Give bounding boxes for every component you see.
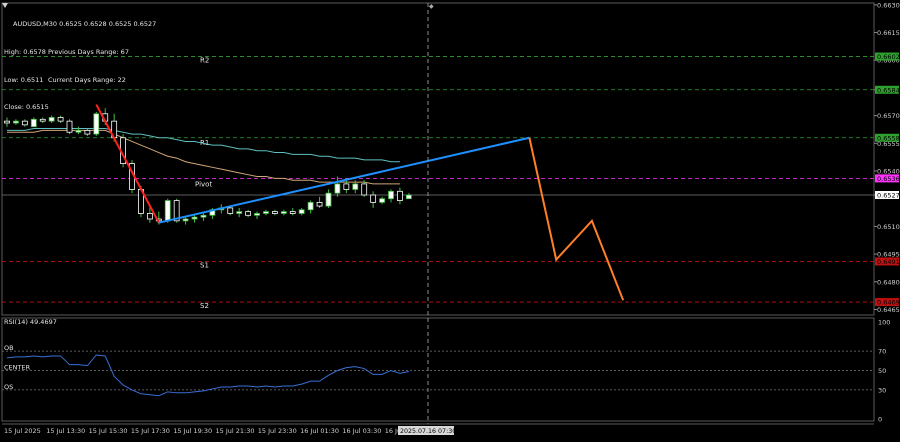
symbol-label: AUDUSD,M30 [13,20,58,29]
candle-body [298,209,305,214]
candle-body [316,201,323,207]
time-axis-label: 16 Jul 03:30 [342,427,381,435]
candle-body [405,194,412,200]
time-axis-label: 15 Jul 19:30 [173,427,212,435]
price-axis-label: 0.6615 [877,29,900,37]
candle-body [245,211,252,216]
trend-line-blue [158,136,530,224]
candle-body [370,194,377,203]
candle-body [289,211,296,214]
candle-body [236,211,243,214]
rsi-label: RSI(14) 49.4697 [4,318,57,326]
time-axis-label: 15 Jul 13:30 [46,427,85,435]
time-axis-label: 15 Jul 17:30 [131,427,170,435]
candle-body [164,200,171,222]
time-axis-label: 15 Jul 21:30 [216,427,255,435]
prev-range-label: Previous Days Range: 67 [48,48,129,57]
high-label: High: 0.6578 [4,48,46,57]
level-axis-tag-label: 0.6584 [877,86,900,94]
forecast-path-orange [528,137,625,301]
level-label: Pivot [195,180,212,188]
level-axis-tag-label: 0.6491 [877,258,900,266]
candle-body [325,192,332,207]
time-axis-label: 15 Jul 15:30 [89,427,128,435]
rsi-axis-label: 0 [878,416,882,424]
price-axis-label: 0.6570 [877,112,900,120]
close-label: Close: 0.6515 [4,103,49,112]
candle-body [182,218,189,222]
crosshair-marker: ◆ [429,3,434,10]
low-label: Low: 0.6511 [4,75,44,84]
candle-body [352,183,359,190]
candle-body [397,190,403,201]
rsi-level-label: CENTER [4,364,31,372]
candle-body [271,211,278,214]
level-axis-tag-label: 0.6602 [877,53,900,61]
candle-body [200,214,207,218]
time-axis-label: 15 Jul 23:30 [258,427,297,435]
candle-body [361,183,368,196]
candle-body [263,211,269,214]
current-price-label: 0.6527 [877,192,900,200]
level-axis-tag-label: 0.6536 [877,175,900,183]
level-label: S2 [200,302,209,310]
cursor-time-label: 2025.07.16 07:30 [400,428,456,435]
rsi-axis-label: 30 [878,386,886,394]
price-axis-label: 0.6480 [877,278,900,286]
rsi-axis-label: 70 [878,348,886,356]
candle-body [379,198,385,203]
level-label: R2 [200,57,209,65]
candle-body [280,211,287,214]
symbol-info: AUDUSD,M30 0.6525 0.6528 0.6525 0.6527 H… [4,2,156,131]
candle-body [84,129,91,135]
candle-body [343,183,350,190]
level-axis-tag-label: 0.6558 [877,134,900,142]
curr-range-label: Current Days Range: 22 [48,75,126,84]
price-axis-label: 0.6465 [877,306,900,314]
price-axis-label: 0.6510 [877,223,900,231]
rsi-panel-border [1,317,875,422]
candle-body [334,183,341,194]
ohlc-values: 0.6525 0.6528 0.6525 0.6527 [59,20,157,29]
level-axis-tag-label: 0.6469 [877,299,900,307]
rsi-level-label: OB [4,344,14,352]
time-axis-label: 16 Jul 01:30 [300,427,339,435]
price-axis-label: 0.6630 [877,1,900,9]
rsi-axis-label: 100 [878,319,890,327]
chart-window[interactable]: 0.66300.66150.66000.65840.65700.65550.65… [0,0,900,438]
candle-body [388,190,394,200]
level-label: S1 [200,261,209,269]
rsi-axis-label: 50 [878,367,886,375]
rsi-level-label: OS [4,383,13,391]
time-axis-label: 15 Jul 2025 [4,427,41,435]
candle-body [254,213,260,216]
candle-body [307,201,314,211]
candle-body [191,216,198,220]
candle-body [227,207,234,214]
candle-body [146,213,153,220]
